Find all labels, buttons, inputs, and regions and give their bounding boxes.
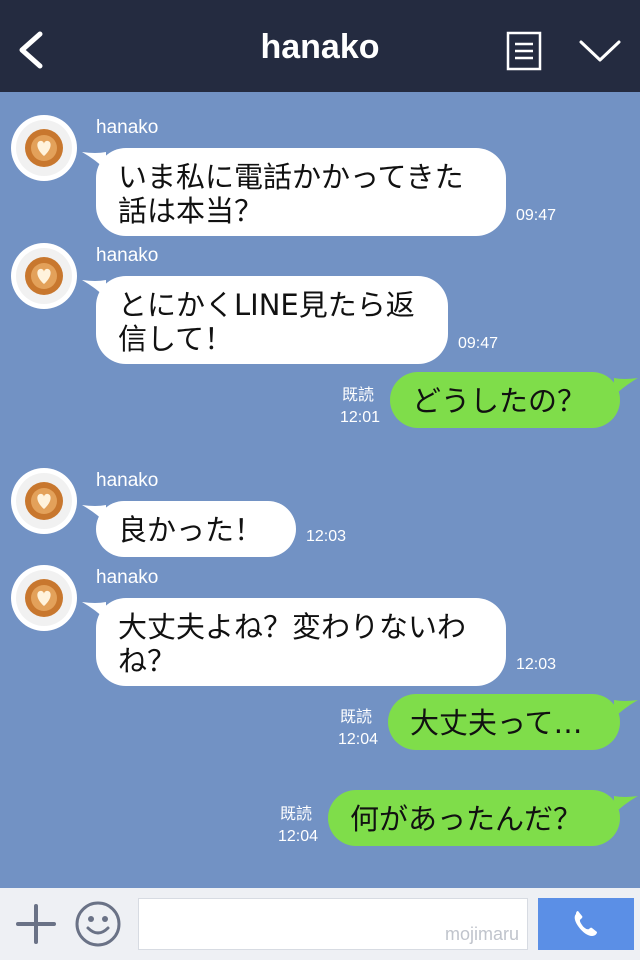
message-bubble-outgoing[interactable]: どうしたの？ [390, 372, 620, 428]
chevron-down-icon[interactable] [578, 38, 622, 66]
message-time: 12:04 [278, 828, 319, 845]
plus-icon[interactable] [14, 902, 58, 946]
emoji-icon[interactable] [74, 900, 122, 948]
avatar[interactable] [11, 243, 77, 309]
message-time: 12:03 [306, 528, 347, 545]
latte-cup-icon [16, 570, 72, 626]
watermark-text: mojimaru [444, 924, 519, 944]
sender-name: hanako [96, 117, 159, 138]
call-button[interactable] [538, 898, 634, 950]
avatar[interactable] [11, 468, 77, 534]
bubble-tail [614, 796, 638, 814]
read-receipt: 既読 [340, 709, 373, 726]
sender-name: hanako [96, 245, 159, 266]
message-time: 12:01 [340, 409, 381, 426]
message-bubble-incoming[interactable]: とにかくLINE見たら返 信して！ [96, 276, 448, 364]
message-time: 09:47 [458, 335, 499, 352]
latte-cup-icon [16, 248, 72, 304]
avatar[interactable] [11, 565, 77, 631]
chat-header: hanako [0, 0, 640, 92]
message-bubble-incoming[interactable]: 大丈夫よね？変わりないわ ね？ [96, 598, 506, 686]
avatar[interactable] [11, 115, 77, 181]
latte-cup-icon [16, 120, 72, 176]
message-bubble-incoming[interactable]: いま私に電話かかってきた 話は本当？ [96, 148, 506, 236]
phone-icon [574, 911, 597, 936]
message-time: 12:03 [516, 656, 557, 673]
input-bar: mojimaru [0, 888, 640, 960]
sender-name: hanako [96, 470, 159, 491]
bubble-tail [614, 378, 638, 396]
bubble-tail [614, 700, 638, 718]
read-receipt: 既読 [342, 387, 375, 404]
message-time: 12:04 [338, 731, 379, 748]
message-bubble-incoming[interactable]: 良かった！ [96, 501, 296, 557]
message-input[interactable]: mojimaru [138, 898, 528, 950]
sender-name: hanako [96, 567, 159, 588]
message-bubble-outgoing[interactable]: 大丈夫って… [388, 694, 620, 750]
message-time: 09:47 [516, 207, 557, 224]
chat-title: hanako [260, 28, 380, 66]
read-receipt: 既読 [280, 806, 313, 823]
latte-cup-icon [16, 473, 72, 529]
menu-list-icon[interactable] [506, 31, 542, 71]
message-bubble-outgoing[interactable]: 何があったんだ？ [328, 790, 620, 846]
